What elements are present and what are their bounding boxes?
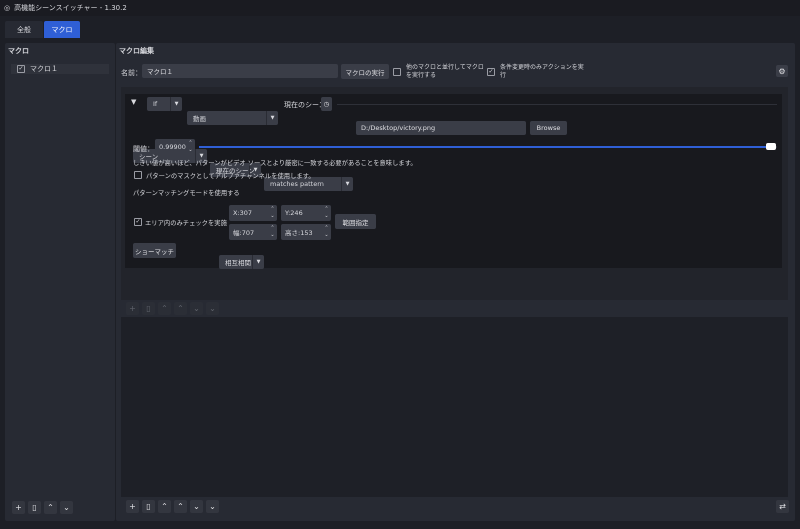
run-macro-button[interactable]: マクロの実行 — [341, 64, 389, 79]
alpha-label: パターンのマスクとしてアルファチャンネルを使用します。 — [146, 173, 315, 180]
swap-toolbar: ⇄ — [776, 500, 789, 513]
move-down-button[interactable]: ⌄ — [60, 501, 73, 514]
area-label: エリア内のみチェックを実施 — [145, 220, 227, 227]
slider-handle[interactable] — [766, 143, 777, 150]
move-down-button[interactable]: ⌄ — [190, 500, 203, 513]
threshold-spinbox[interactable]: 0.99900 ⌃ ⌄ — [155, 139, 195, 155]
divider — [337, 104, 777, 105]
parallel-label: 他のマクロと並行してマクロを実行する — [406, 64, 484, 79]
area-width-spinbox[interactable]: 幅:707 ⌃ ⌄ — [229, 224, 277, 240]
area-height-spinbox[interactable]: 高さ:153 ⌃ ⌄ — [281, 224, 331, 240]
onchange-label: 条件変更時のみアクションを実行 — [500, 64, 584, 79]
area-x-spinbox[interactable]: X:307 ⌃ ⌄ — [229, 205, 277, 221]
browse-button[interactable]: Browse — [530, 121, 567, 135]
move-bottom-button[interactable]: ⌄ — [206, 302, 219, 315]
onchange-checkbox[interactable]: ✓ — [487, 68, 495, 76]
move-bottom-button[interactable]: ⌄ — [206, 500, 219, 513]
actions-area — [121, 317, 788, 497]
select-area-button[interactable]: 範囲指定 — [335, 214, 376, 229]
collapse-triangle-icon[interactable]: ▼ — [131, 98, 136, 106]
tab-macro[interactable]: マクロ — [44, 21, 80, 38]
tab-general[interactable]: 全般 — [5, 21, 43, 38]
remove-macro-button[interactable]: ▯ — [28, 501, 41, 514]
editor-title: マクロ編集 — [119, 47, 154, 55]
title-bar: ◎ 高機能シーンスイッチャー - 1.30.2 — [0, 0, 800, 16]
area-y-spinbox[interactable]: Y:246 ⌃ ⌄ — [281, 205, 331, 221]
file-path-input[interactable]: D:/Desktop/victory.png — [356, 121, 526, 135]
swap-icon[interactable]: ⇄ — [776, 500, 789, 513]
add-macro-button[interactable]: + — [12, 501, 25, 514]
parallel-checkbox[interactable] — [393, 68, 401, 76]
source-label: 現在のシーン — [284, 101, 326, 109]
mode-select[interactable]: 相互相関 ▼ — [219, 255, 264, 269]
window-title: 高機能シーンスイッチャー - 1.30.2 — [14, 4, 127, 12]
add-condition-button[interactable]: + — [126, 302, 139, 315]
mode-label: パターンマッチングモードを使用する — [133, 190, 240, 197]
alpha-checkbox[interactable] — [134, 171, 142, 179]
macro-list-item[interactable]: ✓ マクロ１ — [11, 64, 109, 74]
move-top-button[interactable]: ⌃ — [158, 500, 171, 513]
remove-condition-button[interactable]: ▯ — [142, 302, 155, 315]
show-match-button[interactable]: ショーマッチ — [133, 243, 176, 258]
threshold-label: 閾値： — [133, 145, 154, 153]
macro-editor-panel: マクロ編集 名前： マクロ１ マクロの実行 他のマクロと並行してマクロを実行する… — [116, 43, 795, 521]
condition-toolbar: + ▯ ⌃ ⌃ ⌄ ⌄ — [126, 302, 219, 315]
macro-list-panel: マクロ ✓ マクロ１ + ▯ ⌃ ⌄ — [5, 43, 115, 521]
remove-action-button[interactable]: ▯ — [142, 500, 155, 513]
conditions-area: ▼ If ▼ 動画 ▼ 現在のシーン ◷ シーン ▼ 現在のシーン ▼ matches … — [121, 87, 788, 300]
app-icon: ◎ — [4, 4, 11, 12]
slider-fill — [199, 146, 777, 148]
macro-list-toolbar: + ▯ ⌃ ⌄ — [12, 501, 73, 514]
move-top-button[interactable]: ⌃ — [158, 302, 171, 315]
move-up-button[interactable]: ⌃ — [174, 302, 187, 315]
move-down-button[interactable]: ⌄ — [190, 302, 203, 315]
condition-box: ▼ If ▼ 動画 ▼ 現在のシーン ◷ シーン ▼ 現在のシーン ▼ matches … — [125, 94, 782, 269]
macro-list-title: マクロ — [8, 47, 29, 55]
logic-select[interactable]: If ▼ — [147, 97, 182, 111]
macro-name-input[interactable]: マクロ１ — [142, 64, 338, 78]
move-up-button[interactable]: ⌃ — [174, 500, 187, 513]
threshold-hint: しきい値が高いほど、パターンがビデオ ソースとより厳密に一致する必要があることを… — [133, 160, 417, 167]
threshold-slider[interactable] — [199, 143, 777, 150]
macro-item-label: マクロ１ — [30, 65, 58, 73]
name-label: 名前： — [121, 69, 142, 77]
move-up-button[interactable]: ⌃ — [44, 501, 57, 514]
area-checkbox[interactable]: ✓ — [134, 218, 142, 226]
add-action-button[interactable]: + — [126, 500, 139, 513]
action-toolbar: + ▯ ⌃ ⌃ ⌄ ⌄ — [126, 500, 219, 513]
clock-icon[interactable]: ◷ — [321, 97, 332, 111]
settings-gear-icon[interactable]: ⚙ — [776, 65, 788, 77]
macro-enabled-checkbox[interactable]: ✓ — [17, 65, 25, 73]
condition-type-select[interactable]: 動画 ▼ — [187, 111, 278, 125]
